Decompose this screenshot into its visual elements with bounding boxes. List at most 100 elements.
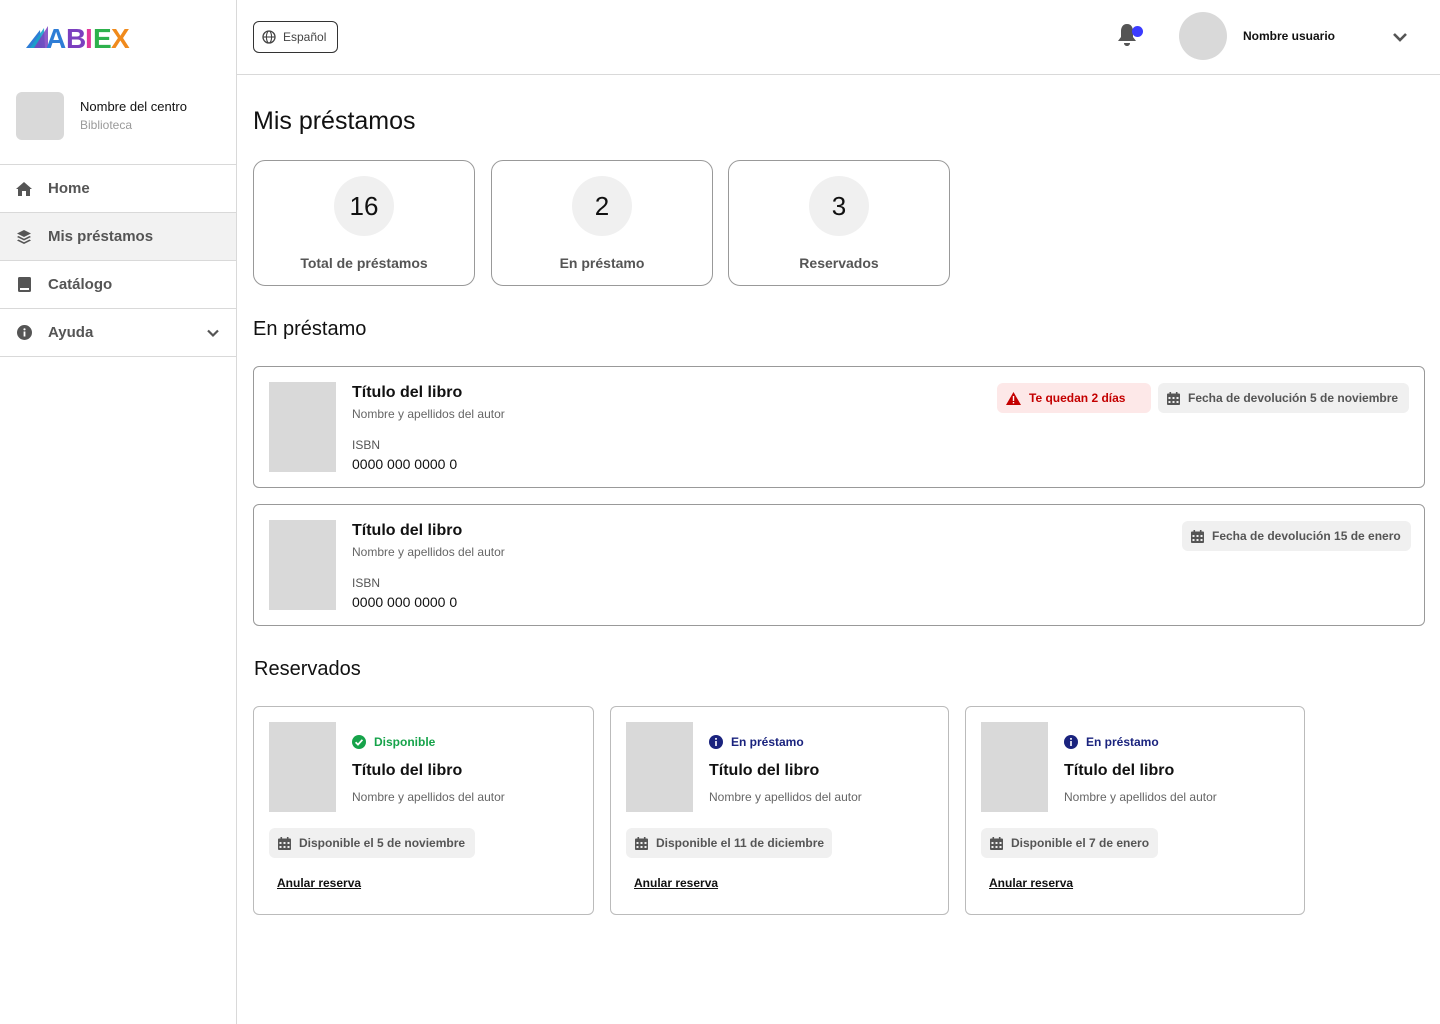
availability-badge: Disponible el 11 de diciembre: [626, 828, 832, 858]
topbar: Español Nombre usuario: [237, 0, 1440, 75]
book-author: Nombre y apellidos del autor: [352, 407, 505, 421]
book-author: Nombre y apellidos del autor: [352, 790, 505, 804]
sidebar-item-catalogo[interactable]: Catálogo: [0, 261, 236, 309]
stat-card-on-loan: 2 En préstamo: [491, 160, 713, 286]
status-badge: Disponible: [352, 735, 435, 749]
availability-text: Disponible el 5 de noviembre: [299, 836, 466, 850]
availability-badge: Disponible el 5 de noviembre: [269, 828, 475, 858]
cancel-reservation-link[interactable]: Anular reserva: [989, 876, 1073, 890]
book-author: Nombre y apellidos del autor: [352, 545, 505, 559]
center-name: Nombre del centro: [80, 99, 187, 114]
due-warning-text: Te quedan 2 días: [1029, 391, 1126, 405]
stat-label: Reservados: [799, 255, 879, 271]
notifications-bell-icon[interactable]: [1115, 22, 1145, 52]
due-warning-badge: Te quedan 2 días: [997, 383, 1151, 413]
svg-text:X: X: [111, 23, 130, 54]
book-fan-icon: [26, 26, 48, 48]
stat-value: 16: [334, 176, 394, 236]
book-title: Título del libro: [709, 762, 820, 779]
reservation-card[interactable]: En préstamo Título del libro Nombre y ap…: [965, 706, 1305, 915]
sidebar-item-mis-prestamos[interactable]: Mis préstamos: [0, 213, 236, 261]
globe-icon: [262, 30, 276, 44]
book-cover: [269, 382, 336, 472]
page-title: Mis préstamos: [253, 107, 416, 135]
book-author: Nombre y apellidos del autor: [1064, 790, 1217, 804]
calendar-icon: [278, 836, 291, 850]
isbn-label: ISBN: [352, 576, 381, 590]
calendar-icon: [1167, 391, 1180, 405]
availability-badge: Disponible el 7 de enero: [981, 828, 1158, 858]
book-cover: [626, 722, 693, 812]
status-badge: En préstamo: [1064, 735, 1159, 749]
book-title: Título del libro: [1064, 762, 1175, 779]
svg-text:B: B: [66, 23, 86, 54]
reservation-card[interactable]: En préstamo Título del libro Nombre y ap…: [610, 706, 949, 915]
abiex-logo[interactable]: A B I E X: [24, 20, 134, 54]
loan-card[interactable]: Título del libro Nombre y apellidos del …: [253, 504, 1425, 626]
status-badge: En préstamo: [709, 735, 804, 749]
language-selector[interactable]: Español: [253, 21, 338, 53]
stat-label: Total de préstamos: [300, 255, 428, 271]
svg-text:I: I: [85, 23, 93, 54]
stat-value: 3: [809, 176, 869, 236]
status-text: Disponible: [374, 735, 436, 749]
due-date-text: Fecha de devolución 5 de noviembre: [1188, 391, 1399, 405]
cancel-reservation-link[interactable]: Anular reserva: [277, 876, 361, 890]
language-label: Español: [283, 30, 327, 44]
book-cover: [269, 722, 336, 812]
chevron-down-icon[interactable]: [206, 326, 220, 340]
status-text: En préstamo: [731, 735, 804, 749]
center-type: Biblioteca: [80, 118, 133, 132]
stat-label: En préstamo: [559, 255, 645, 271]
book-author: Nombre y apellidos del autor: [709, 790, 862, 804]
isbn-value: 0000 000 0000 0: [352, 456, 458, 472]
sidebar-item-label: Ayuda: [48, 324, 94, 341]
isbn-label: ISBN: [352, 438, 381, 452]
svg-text:E: E: [93, 23, 112, 54]
stat-card-reserved: 3 Reservados: [728, 160, 950, 286]
calendar-icon: [990, 836, 1003, 850]
home-icon: [16, 181, 32, 197]
library-center-info: Nombre del centro Biblioteca: [16, 92, 236, 140]
section-title-reservados: Reservados: [254, 658, 361, 680]
layers-icon: [16, 229, 32, 245]
reservation-card[interactable]: Disponible Título del libro Nombre y ape…: [253, 706, 594, 915]
status-text: En préstamo: [1086, 735, 1159, 749]
sidebar: A B I E X Nombre del centro Biblioteca H…: [0, 0, 237, 1024]
due-date-badge: Fecha de devolución 5 de noviembre: [1158, 383, 1409, 413]
due-date-badge: Fecha de devolución 15 de enero: [1182, 521, 1411, 551]
info-icon: [1064, 735, 1078, 749]
check-circle-icon: [352, 735, 366, 749]
book-cover: [269, 520, 336, 610]
svg-text:A: A: [46, 23, 66, 54]
sidebar-nav: Home Mis préstamos Catálogo Ayuda: [0, 164, 236, 357]
book-title: Título del libro: [352, 384, 463, 401]
sidebar-item-label: Mis préstamos: [48, 228, 154, 245]
info-icon: [709, 735, 723, 749]
sidebar-item-home[interactable]: Home: [0, 165, 236, 213]
chevron-down-icon[interactable]: [1391, 28, 1409, 46]
book-title: Título del libro: [352, 762, 463, 779]
cancel-reservation-link[interactable]: Anular reserva: [634, 876, 718, 890]
sidebar-item-label: Home: [48, 180, 90, 197]
warning-icon: [1006, 391, 1021, 405]
sidebar-item-label: Catálogo: [48, 276, 113, 293]
notification-dot: [1132, 26, 1143, 37]
due-date-text: Fecha de devolución 15 de enero: [1212, 529, 1401, 543]
section-title-en-prestamo: En préstamo: [253, 318, 367, 340]
isbn-value: 0000 000 0000 0: [352, 594, 458, 610]
info-icon: [16, 325, 32, 341]
book-icon: [16, 277, 32, 293]
book-cover: [981, 722, 1048, 812]
calendar-icon: [635, 836, 648, 850]
user-name[interactable]: Nombre usuario: [1243, 29, 1335, 43]
center-avatar: [16, 92, 64, 140]
stat-card-total: 16 Total de préstamos: [253, 160, 475, 286]
availability-text: Disponible el 7 de enero: [1011, 836, 1150, 850]
availability-text: Disponible el 11 de diciembre: [656, 836, 825, 850]
sidebar-item-ayuda[interactable]: Ayuda: [0, 309, 236, 357]
user-avatar[interactable]: [1179, 12, 1227, 60]
book-title: Título del libro: [352, 522, 463, 539]
loan-card[interactable]: Título del libro Nombre y apellidos del …: [253, 366, 1425, 488]
calendar-icon: [1191, 529, 1204, 543]
